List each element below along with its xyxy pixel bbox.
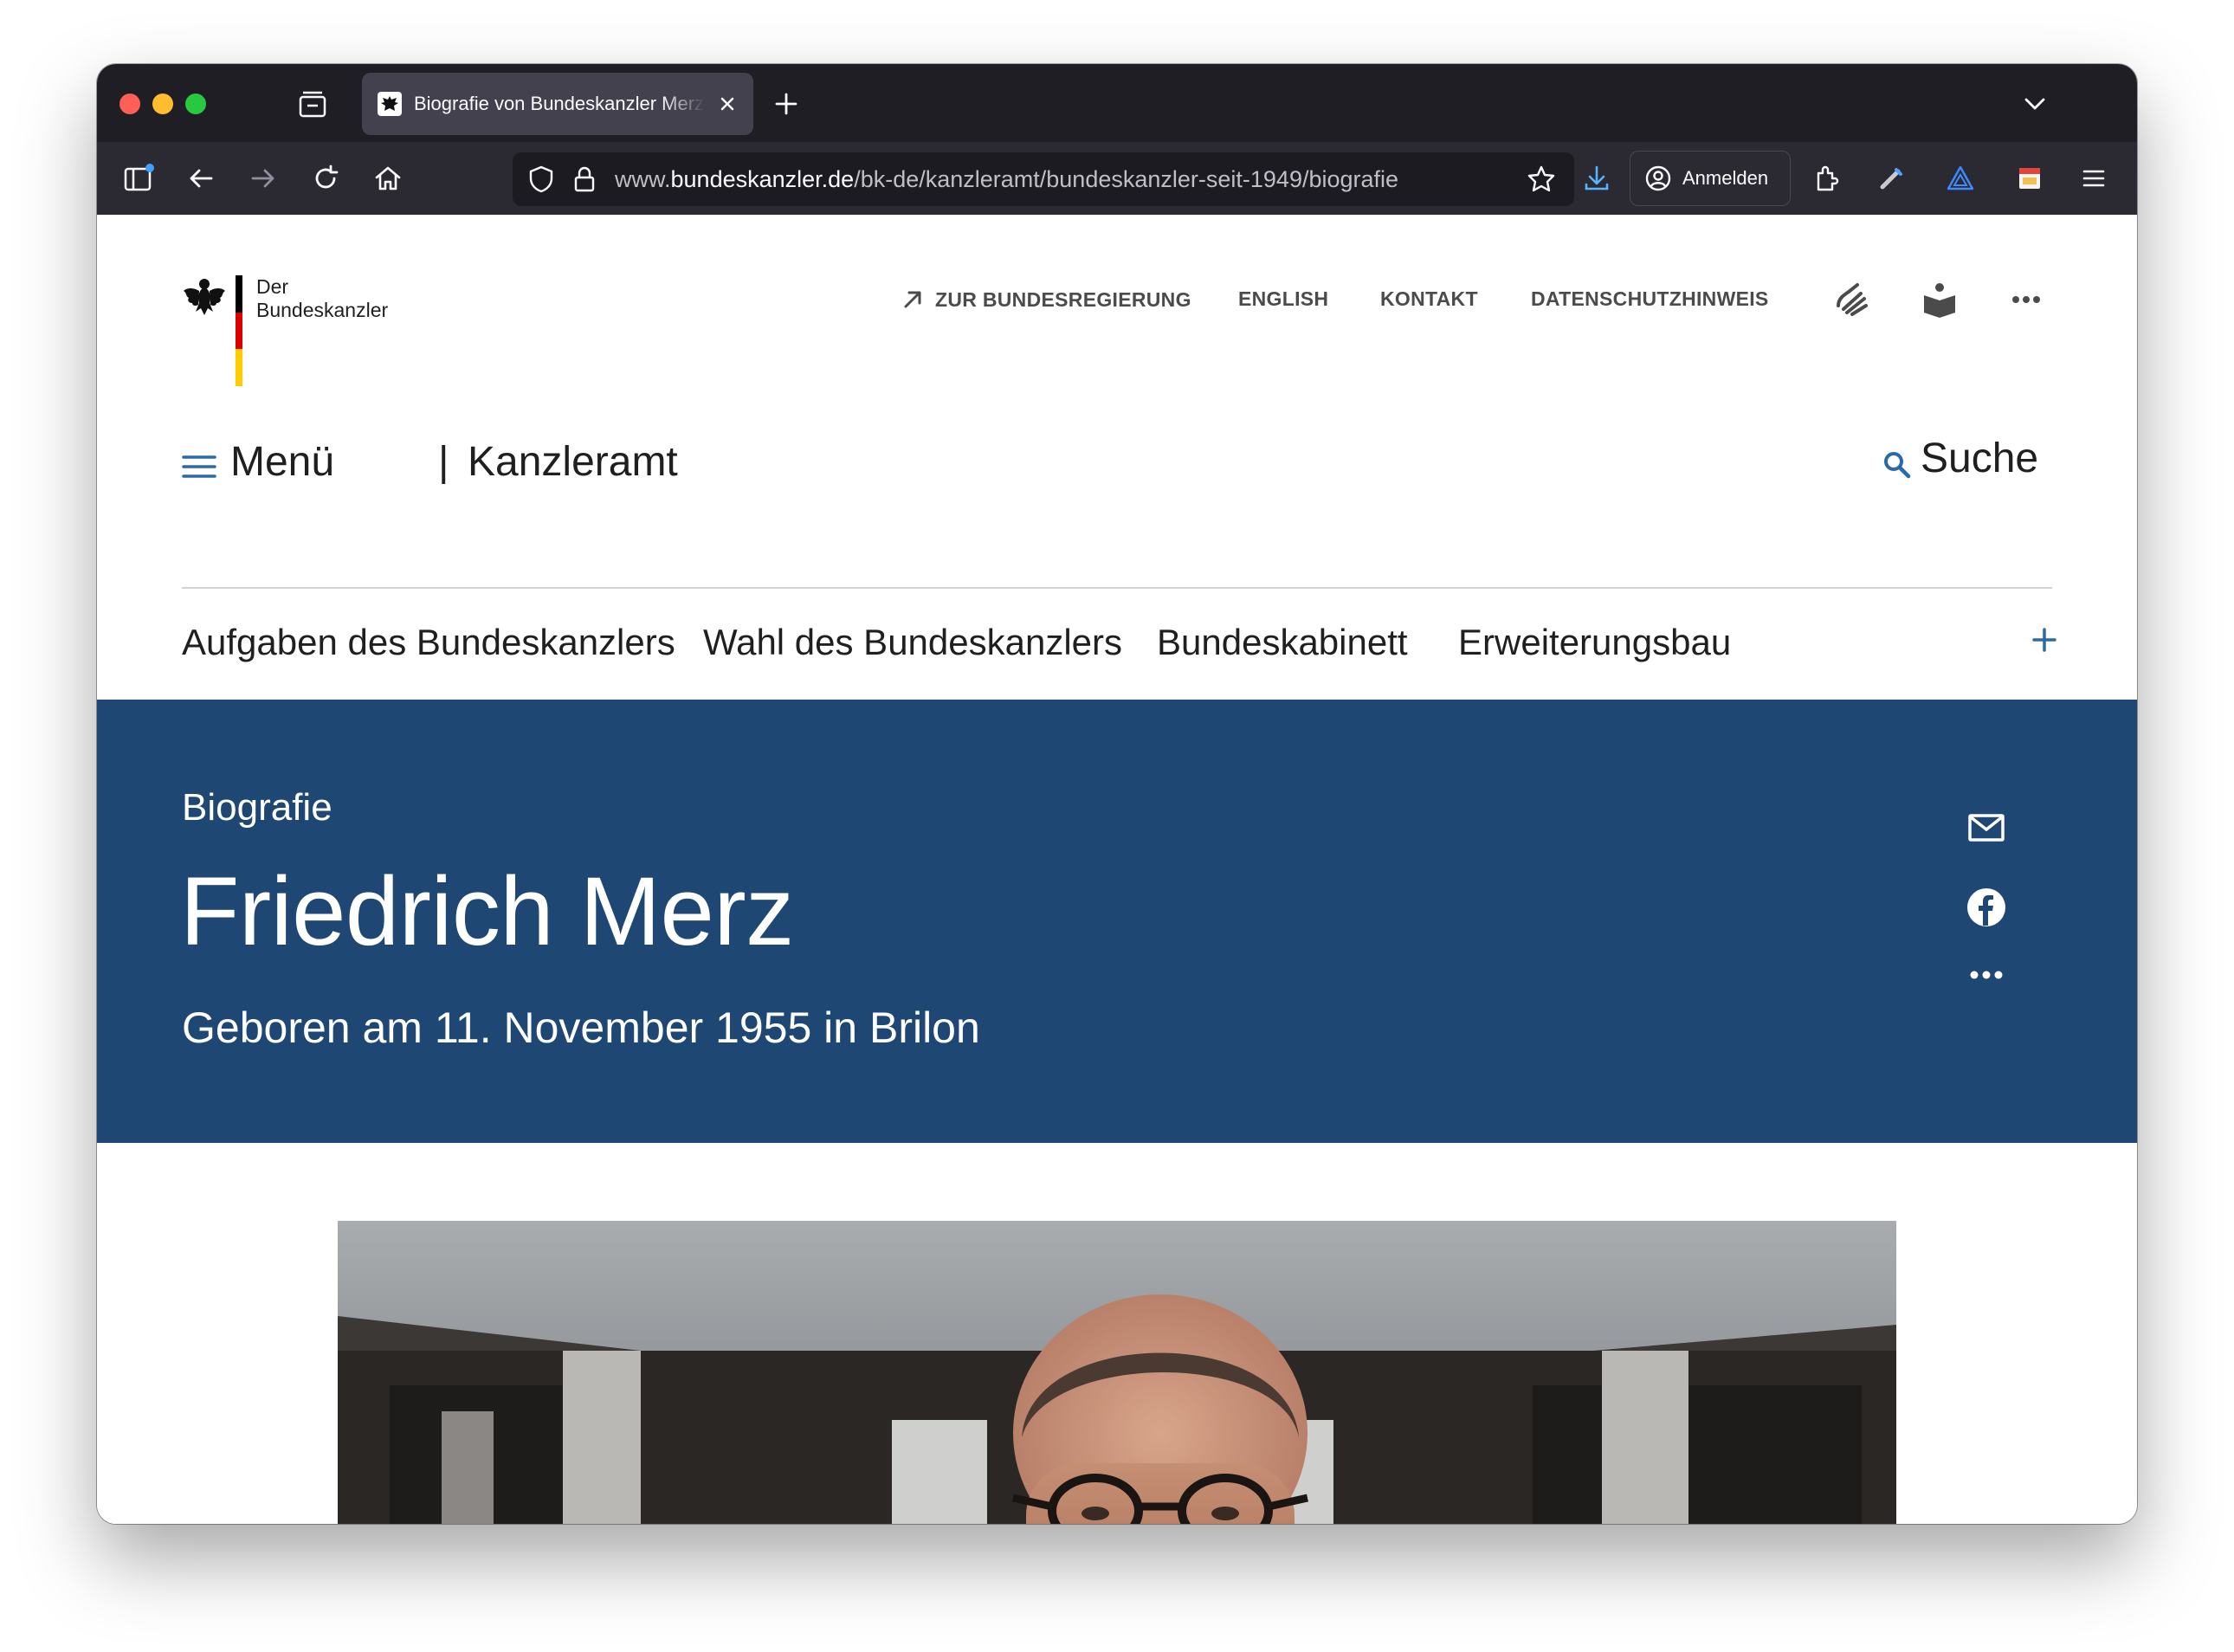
tab-title: Biografie von Bundeskanzler Merz	[414, 93, 705, 114]
downloads-icon[interactable]	[1578, 159, 1616, 197]
minimize-window-button[interactable]	[152, 94, 173, 114]
forward-arrow-icon[interactable]	[244, 159, 282, 197]
easy-language-icon[interactable]	[1917, 277, 1962, 322]
subnav-item-wahl[interactable]: Wahl des Bundeskanzlers	[703, 622, 1122, 663]
reload-icon[interactable]	[307, 159, 345, 197]
sign-language-icon[interactable]	[1829, 277, 1874, 322]
menu-separator: |	[438, 439, 449, 485]
chevron-down-icon[interactable]	[2018, 87, 2052, 121]
main-menu-row: Menü | Kanzleramt Suche	[182, 431, 2052, 500]
back-arrow-icon[interactable]	[182, 159, 220, 197]
close-window-button[interactable]	[119, 94, 140, 114]
hero-subtitle: Geboren am 11. November 1955 in Brilon	[182, 1003, 980, 1052]
logo-line-2: Bundeskanzler	[256, 299, 389, 321]
address-bar[interactable]: www.bundeskanzler.de/bk-de/kanzleramt/bu…	[513, 152, 1574, 206]
note-extension-icon[interactable]	[2011, 159, 2049, 197]
section-link[interactable]: Kanzleramt	[468, 438, 678, 486]
external-arrow-icon	[904, 291, 921, 308]
page-title: Friedrich Merz	[180, 857, 794, 965]
tab-close-icon[interactable]	[715, 92, 739, 116]
bookmark-star-icon[interactable]	[1526, 164, 1557, 198]
sidebar-icon[interactable]	[119, 159, 158, 197]
subnav-item-aufgaben[interactable]: Aufgaben des Bundeskanzlers	[182, 622, 675, 663]
signin-label: Anmelden	[1682, 167, 1769, 189]
english-link[interactable]: ENGLISH	[1238, 287, 1328, 311]
signin-button[interactable]: Anmelden	[1630, 151, 1791, 206]
search-button[interactable]: Suche	[1921, 435, 2038, 482]
eagle-favicon-icon	[378, 92, 402, 116]
url-host: bundeskanzler.de	[670, 166, 855, 192]
menu-hamburger-icon[interactable]	[182, 454, 216, 480]
tab-strip: Biografie von Bundeskanzler Merz	[97, 64, 2137, 142]
shield-icon[interactable]	[526, 165, 556, 197]
subnav-item-bundeskabinett[interactable]: Bundeskabinett	[1157, 622, 1408, 663]
menu-divider	[182, 587, 2052, 589]
hamburger-menu-icon[interactable]	[2075, 159, 2113, 197]
account-icon	[1645, 165, 1671, 191]
zoom-window-button[interactable]	[185, 94, 206, 114]
federal-eagle-icon[interactable]	[182, 274, 227, 320]
navigation-toolbar: www.bundeskanzler.de/bk-de/kanzleramt/bu…	[97, 142, 2137, 215]
extensions-icon[interactable]	[1808, 159, 1846, 197]
more-share-icon[interactable]	[1962, 951, 2011, 999]
contact-link[interactable]: KONTAKT	[1380, 287, 1478, 311]
flag-bar	[236, 275, 242, 386]
logo-line-1: Der	[256, 275, 289, 298]
menu-button[interactable]: Menü	[230, 438, 334, 486]
subnav-item-erweiterungsbau[interactable]: Erweiterungsbau	[1458, 622, 1731, 663]
more-dots-icon[interactable]	[2004, 277, 2049, 322]
browser-window: Biografie von Bundeskanzler Merz www.bun…	[97, 64, 2137, 1524]
hero-banner: Biografie Friedrich Merz Geboren am 11. …	[97, 700, 2137, 1143]
privacy-link[interactable]: DATENSCHUTZHINWEIS	[1531, 287, 1769, 311]
search-icon[interactable]	[1881, 448, 1912, 480]
government-link-label: ZUR BUNDESREGIERUNG	[935, 287, 1191, 311]
site-logo-text[interactable]: Der Bundeskanzler	[256, 275, 388, 322]
expand-plus-icon[interactable]	[2023, 618, 2066, 661]
url-path: /bk-de/kanzleramt/bundeskanzler-seit-194…	[854, 166, 1399, 192]
triangle-extension-icon[interactable]	[1941, 159, 1979, 197]
hero-kicker: Biografie	[182, 786, 333, 829]
facebook-share-icon[interactable]	[1962, 883, 2011, 932]
lock-icon[interactable]	[570, 165, 599, 197]
government-link[interactable]: ZUR BUNDESREGIERUNG	[901, 287, 1191, 312]
new-tab-icon[interactable]	[769, 87, 804, 121]
url-text[interactable]: www.bundeskanzler.de/bk-de/kanzleramt/bu…	[615, 166, 1411, 193]
portrait-photo	[338, 1221, 1896, 1524]
pen-extension-icon[interactable]	[1872, 159, 1910, 197]
web-page: Der Bundeskanzler ZUR BUNDESREGIERUNG EN…	[97, 215, 2137, 1524]
home-icon[interactable]	[369, 159, 407, 197]
tab-overview-icon[interactable]	[298, 90, 327, 119]
active-tab[interactable]: Biografie von Bundeskanzler Merz	[362, 73, 753, 135]
mail-share-icon[interactable]	[1962, 803, 2011, 852]
url-prefix: www.	[615, 166, 671, 192]
